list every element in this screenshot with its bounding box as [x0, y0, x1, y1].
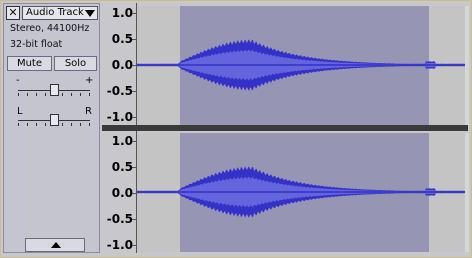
- pan-slider-thumb[interactable]: [50, 114, 59, 126]
- ruler-label: 0.0: [111, 186, 133, 200]
- ruler-label: 0.5: [111, 32, 133, 46]
- slider-tick: [36, 93, 37, 96]
- mute-button[interactable]: Mute: [7, 56, 52, 71]
- ruler-label: 1.0: [111, 134, 133, 148]
- dropdown-arrow-icon: [85, 10, 95, 17]
- slider-tick: [36, 123, 37, 126]
- track-control-panel: ✕ Audio Track Stereo, 44100Hz 32-bit flo…: [3, 3, 100, 253]
- pan-left-label: L: [17, 106, 23, 117]
- slider-tick: [80, 123, 81, 126]
- slider-tick: [45, 123, 46, 126]
- collapse-arrow-icon: [51, 242, 61, 248]
- close-track-button[interactable]: ✕: [6, 6, 20, 20]
- slider-tick: [89, 123, 90, 126]
- ruler-tick: [132, 141, 136, 142]
- channel-divider[interactable]: [102, 125, 468, 131]
- slider-tick: [18, 123, 19, 126]
- track-right-edge: [465, 6, 469, 125]
- ruler-tick: [132, 13, 136, 14]
- solo-button[interactable]: Solo: [54, 56, 97, 71]
- waveform-right-svg: [137, 166, 465, 218]
- ruler-tick: [132, 193, 136, 194]
- track-sample-format: 32-bit float: [10, 39, 63, 50]
- ruler-tick: [132, 91, 136, 92]
- track-format-info: Stereo, 44100Hz: [10, 23, 90, 34]
- ruler-label: -1.0: [106, 110, 133, 124]
- ruler-tick: [132, 167, 136, 168]
- gain-minus-label: -: [16, 75, 20, 86]
- track-title-bar: ✕ Audio Track: [6, 6, 98, 21]
- waveform-right-channel[interactable]: [137, 133, 465, 252]
- ruler-label: 1.0: [111, 6, 133, 20]
- slider-tick: [62, 123, 63, 126]
- slider-tick: [45, 93, 46, 96]
- slider-tick: [27, 123, 28, 126]
- slider-tick: [89, 93, 90, 96]
- slider-tick: [71, 123, 72, 126]
- pan-right-label: R: [85, 106, 92, 117]
- ruler-label: 0.5: [111, 160, 133, 174]
- ruler-label: -0.5: [106, 212, 133, 226]
- ruler-tick: [132, 65, 136, 66]
- slider-tick: [27, 93, 28, 96]
- gain-slider-thumb[interactable]: [50, 84, 59, 96]
- ruler-label: -1.0: [106, 238, 133, 252]
- slider-tick: [62, 93, 63, 96]
- track-name-menu[interactable]: Audio Track: [22, 6, 98, 20]
- slider-tick: [18, 93, 19, 96]
- ruler-label: 0.0: [111, 58, 133, 72]
- ruler-tick: [132, 219, 136, 220]
- gain-plus-label: +: [85, 75, 94, 86]
- ruler-label: -0.5: [106, 84, 133, 98]
- ruler-tick: [132, 39, 136, 40]
- slider-tick: [71, 93, 72, 96]
- vertical-ruler-right-channel: 1.0 0.5 0.0 -0.5 -1.0: [102, 131, 137, 253]
- track-window: ✕ Audio Track Stereo, 44100Hz 32-bit flo…: [0, 0, 472, 258]
- slider-tick: [80, 93, 81, 96]
- ruler-tick: [132, 245, 136, 246]
- waveform-left-svg: [137, 39, 465, 91]
- vertical-ruler-left-channel: 1.0 0.5 0.0 -0.5 -1.0: [102, 3, 137, 125]
- track-right-edge: [465, 133, 469, 252]
- track-name-label: Audio Track: [26, 7, 84, 18]
- waveform-left-channel[interactable]: [137, 6, 465, 125]
- ruler-tick: [132, 117, 136, 118]
- collapse-track-button[interactable]: [25, 238, 85, 252]
